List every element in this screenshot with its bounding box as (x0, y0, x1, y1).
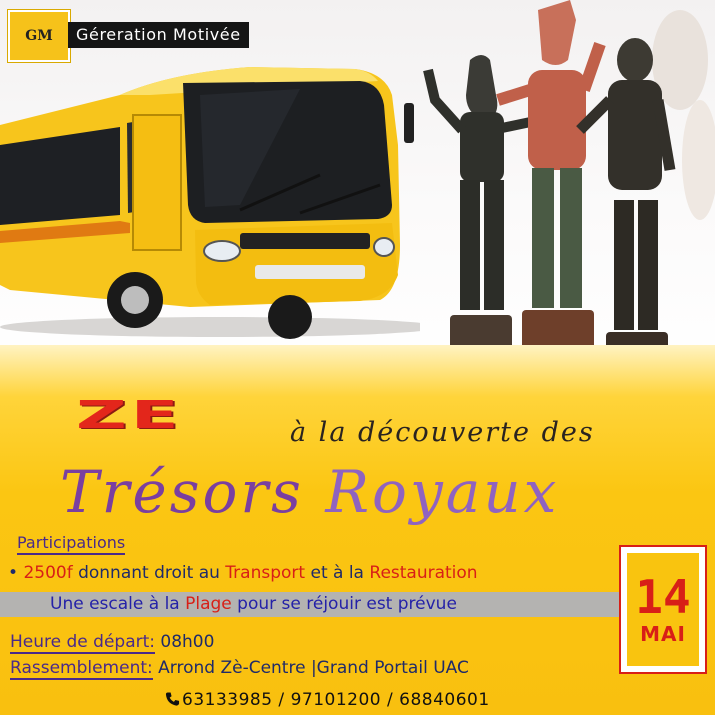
participations-heading: Participations (17, 533, 126, 555)
title-ze: ZE (76, 392, 183, 438)
departure-label: Heure de départ: (10, 632, 155, 654)
title-subline: à la découverte des (290, 417, 595, 448)
plage-text: Plage (185, 594, 232, 614)
band-text-a: Une escale à la (50, 594, 186, 614)
phone-icon (165, 692, 180, 706)
price-value: 2500f (23, 563, 73, 583)
statues-image (423, 0, 715, 362)
departure-value: 08h00 (155, 632, 215, 652)
brand-name: Géreration Motivée (68, 22, 249, 48)
top-image-area: GM Géreration Motivée (0, 0, 715, 375)
date-badge-inner: 14 MAI (627, 553, 699, 666)
title-main: Trésors Royaux (60, 458, 559, 526)
date-month: MAI (640, 621, 686, 646)
transport-text: Transport (225, 563, 306, 583)
departure-line: Heure de départ: 08h00 (10, 632, 215, 654)
price-text-b: et à la (305, 563, 370, 583)
phone-numbers: 63133985 / 97101200 / 68840601 (182, 690, 490, 710)
title-word-royaux: Royaux (325, 458, 560, 526)
restauration-text: Restauration (369, 563, 478, 583)
bus-image (0, 67, 420, 339)
logo-text: GM (25, 28, 53, 44)
date-day: 14 (635, 569, 691, 624)
phone-line: 63133985 / 97101200 / 68840601 (165, 690, 490, 710)
meeting-line: Rassemblement: Arrond Zè-Centre |Grand P… (10, 658, 469, 680)
meeting-label: Rassemblement: (10, 658, 153, 680)
price-text-a: donnant droit au (72, 563, 226, 583)
meeting-value: Arrond Zè-Centre |Grand Portail UAC (152, 658, 469, 678)
bullet: • (8, 563, 19, 583)
beach-band-text: Une escale à la Plage pour se réjouir es… (50, 594, 457, 614)
brand-logo: GM (8, 10, 70, 62)
band-text-b: pour se réjouir est prévue (231, 594, 457, 614)
title-word-tresors: Trésors (60, 458, 304, 526)
date-badge: 14 MAI (621, 547, 705, 672)
price-line: • 2500f donnant droit au Transport et à … (8, 563, 478, 583)
